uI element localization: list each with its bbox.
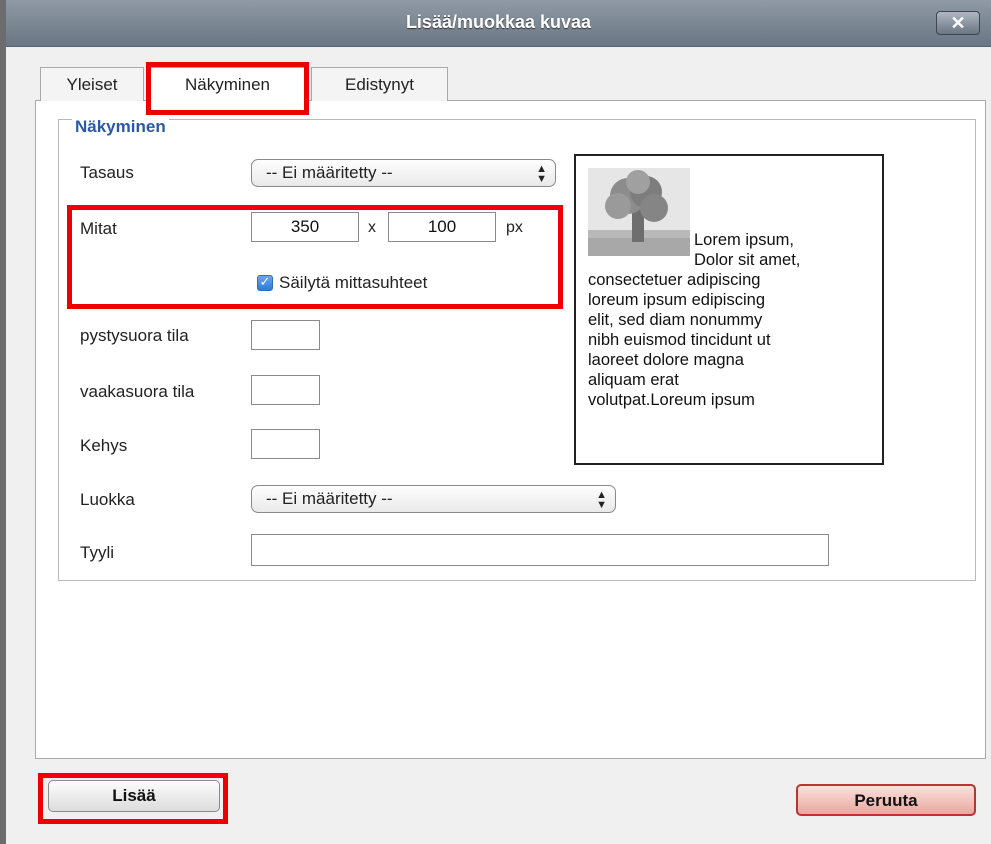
preview-line: laoreet dolore magna xyxy=(588,351,744,369)
tab-yleiset[interactable]: Yleiset xyxy=(40,67,144,101)
style-label: Tyyli xyxy=(80,543,114,562)
unit-label: px xyxy=(506,219,523,236)
dialog-title: Lisää/muokkaa kuvaa xyxy=(405,12,592,32)
cancel-button[interactable]: Peruuta xyxy=(796,784,976,816)
tasaus-select[interactable]: -- Ei määritetty -- ▲ ▼ xyxy=(251,159,556,187)
hspace-input[interactable] xyxy=(251,375,320,405)
class-select[interactable]: -- Ei määritetty -- ▲ ▼ xyxy=(251,485,616,513)
border-label: Kehys xyxy=(80,436,128,455)
class-label: Luokka xyxy=(80,490,135,509)
close-button[interactable]: ✕ xyxy=(936,11,980,35)
preview-line: nibh euismod tincidunt ut xyxy=(588,331,771,349)
preview-line: aliquam erat xyxy=(588,371,679,389)
tab-nakyminen[interactable]: Näkyminen xyxy=(146,67,309,102)
tasaus-select-value: -- Ei määritetty -- xyxy=(266,163,393,182)
tree-image-icon xyxy=(588,168,690,256)
vspace-input[interactable] xyxy=(251,320,320,350)
tasaus-label: Tasaus xyxy=(80,163,134,182)
select-arrows-icon: ▲ ▼ xyxy=(536,163,547,185)
class-select-value: -- Ei määritetty -- xyxy=(266,489,393,508)
preview-line: consectetuer adipiscing xyxy=(588,271,761,289)
vspace-label: pystysuora tila xyxy=(80,326,189,345)
border-input[interactable] xyxy=(251,429,320,459)
hspace-label: vaakasuora tila xyxy=(80,382,195,401)
keep-ratio-checkbox[interactable]: ✓ xyxy=(257,275,273,291)
preview-line: loreum ipsum edipiscing xyxy=(588,291,765,309)
title-bar[interactable]: Lisää/muokkaa kuvaa ✕ xyxy=(6,0,991,47)
preview-box: Lorem ipsum, Dolor sit amet, consectetue… xyxy=(574,154,884,465)
image-dialog: Lisää/muokkaa kuvaa ✕ Yleiset Näkyminen … xyxy=(0,0,991,844)
fieldset-legend: Näkyminen xyxy=(72,117,169,137)
insert-button[interactable]: Lisää xyxy=(48,780,220,812)
preview-line: elit, sed diam nonummy xyxy=(588,311,763,329)
height-input[interactable]: 100 xyxy=(388,212,496,242)
select-arrows-icon: ▲ ▼ xyxy=(596,489,607,511)
tab-edistynyt[interactable]: Edistynyt xyxy=(311,67,448,101)
dimension-separator: x xyxy=(368,219,376,236)
mitat-label: Mitat xyxy=(80,219,117,238)
preview-line: volutpat.Loreum ipsum xyxy=(588,391,755,409)
style-input[interactable] xyxy=(251,534,829,566)
width-input[interactable]: 350 xyxy=(251,212,359,242)
keep-ratio-label[interactable]: Säilytä mittasuhteet xyxy=(279,273,427,293)
